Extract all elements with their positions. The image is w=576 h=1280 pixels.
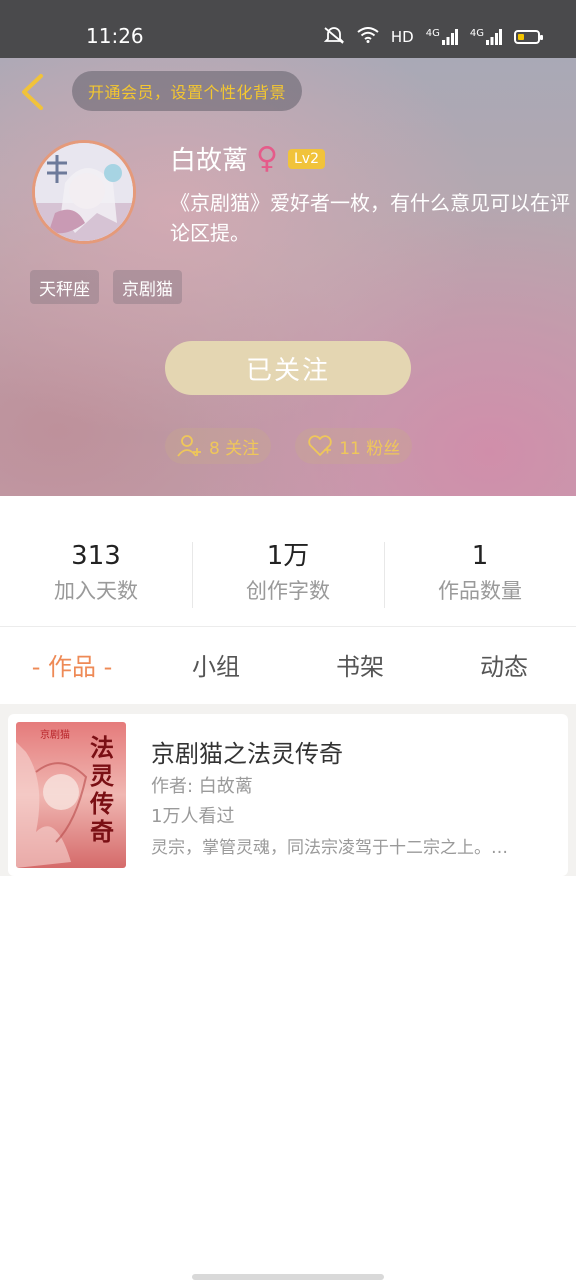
book-cover[interactable]: 京剧猫 法 灵 传 奇	[16, 722, 126, 868]
mute-vibrate-icon	[323, 26, 345, 48]
tab-activity[interactable]: 动态	[432, 644, 576, 690]
battery-icon	[514, 30, 543, 44]
tab-bookshelf[interactable]: 书架	[288, 644, 432, 690]
back-button[interactable]	[14, 72, 50, 112]
tag-item[interactable]: 天秤座	[30, 270, 99, 304]
status-bar: 11:26 HD 4G 4G	[0, 0, 576, 58]
signal-label-1: 4G	[425, 28, 440, 39]
user-bio: 《京剧猫》爱好者一枚，有什么意见可以在评论区提。	[170, 191, 570, 245]
work-title[interactable]: 京剧猫之法灵传奇	[151, 734, 343, 769]
signal-icon-1: 4G	[426, 29, 458, 45]
following-button[interactable]: 8 关注	[165, 428, 272, 464]
tag-list: 天秤座 京剧猫	[30, 270, 182, 304]
heart-icon	[308, 435, 332, 456]
female-icon: ♀	[256, 140, 278, 176]
social-stats: 8 关注 11 粉丝	[165, 428, 413, 464]
stat-value: 1万	[266, 541, 310, 571]
tab-works[interactable]: - 作品 -	[0, 644, 144, 690]
following-count: 8 关注	[209, 438, 260, 459]
wifi-icon	[357, 27, 379, 47]
cover-title-2: 灵	[90, 761, 114, 790]
profile-header: 开通会员，设置个性化背景 白故蓠 ♀ Lv2 《京剧猫》爱好者一枚，有什么意见可…	[0, 58, 576, 496]
stat-days-joined: 313 加入天数	[0, 538, 192, 614]
stat-value: 1	[471, 541, 489, 571]
profile-tabs: - 作品 - 小组 书架 动态	[0, 644, 576, 690]
cover-title-4: 奇	[90, 817, 114, 846]
chevron-left-icon	[22, 74, 43, 110]
avatar[interactable]	[32, 140, 136, 244]
username-row: 白故蓠 ♀ Lv2	[170, 140, 325, 177]
stat-words-written: 1万 创作字数	[192, 538, 384, 614]
user-add-icon	[177, 435, 201, 457]
tag-item[interactable]: 京剧猫	[113, 270, 182, 304]
vip-background-banner[interactable]: 开通会员，设置个性化背景	[72, 71, 303, 111]
status-icons: HD 4G 4G	[323, 26, 543, 48]
work-author: 作者: 白故蓠	[151, 776, 253, 797]
cover-title-1: 法	[90, 733, 114, 762]
signal-icon-2: 4G	[470, 29, 502, 45]
cover-brand: 京剧猫	[40, 728, 70, 741]
hd-label: HD	[390, 28, 414, 46]
cover-title-3: 传	[89, 789, 114, 818]
divider	[0, 626, 576, 627]
fans-count: 11 粉丝	[339, 438, 401, 459]
signal-label-2: 4G	[469, 28, 484, 39]
stat-value: 313	[71, 541, 121, 571]
stat-label: 作品数量	[438, 579, 522, 603]
work-card[interactable]: 京剧猫 法 灵 传 奇 京剧猫之法灵传奇 作者: 白故蓠 1万人看过 灵宗，掌管…	[8, 714, 568, 876]
work-description: 灵宗，掌管灵魂，同法宗凌驾于十二宗之上。…	[151, 838, 508, 858]
stat-label: 创作字数	[246, 579, 330, 603]
level-badge: Lv2	[288, 148, 325, 169]
home-indicator[interactable]	[192, 1274, 384, 1280]
status-time: 11:26	[86, 24, 144, 48]
stat-works-count: 1 作品数量	[384, 538, 576, 614]
tab-groups[interactable]: 小组	[144, 644, 288, 690]
profile-stats: 313 加入天数 1万 创作字数 1 作品数量	[0, 538, 576, 614]
followed-button[interactable]: 已关注	[165, 341, 411, 395]
fans-button[interactable]: 11 粉丝	[295, 428, 413, 464]
username: 白故蓠	[170, 146, 249, 176]
work-views: 1万人看过	[151, 806, 235, 827]
stat-label: 加入天数	[54, 579, 138, 603]
